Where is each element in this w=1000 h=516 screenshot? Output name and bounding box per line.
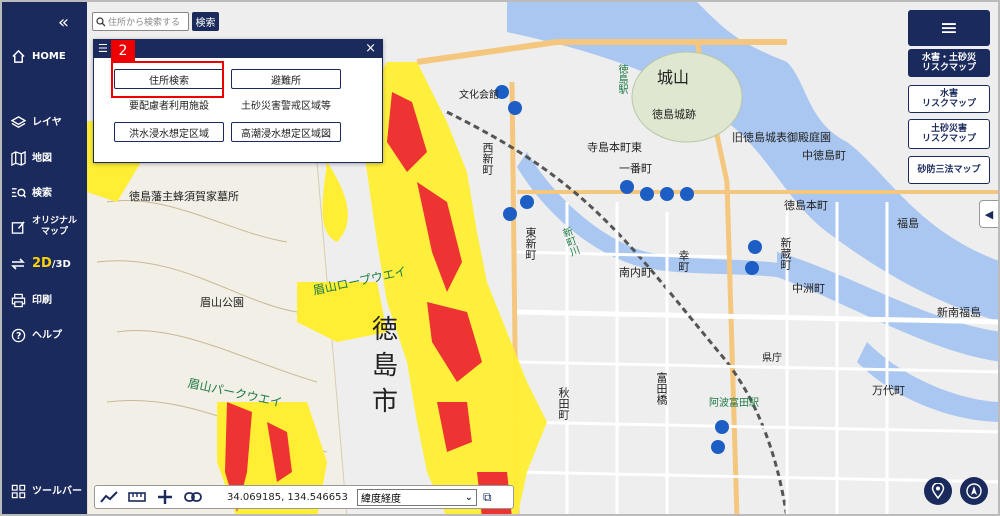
menu-button[interactable]: ≡: [908, 10, 990, 46]
app-frame: 徳 島 市 城山 徳島駅 徳島城跡 旧徳島城表御殿庭園 眉山公園 眉山ロープウエ…: [0, 0, 1000, 516]
ichibancho-label: 一番町: [619, 162, 652, 175]
awa-tomida-label: 阿波富田駅: [709, 398, 759, 409]
collapse-sidebar-button[interactable]: «: [58, 12, 69, 33]
search-placeholder: 住所から検索する: [108, 18, 181, 28]
nav-2d3d-label: 2D/3D: [32, 256, 71, 271]
minaminai-label: 南内町: [619, 266, 652, 279]
chevron-down-icon: ⌄: [464, 491, 473, 503]
svg-text:?: ?: [15, 330, 20, 341]
shinminami-label: 新南福島: [937, 306, 981, 319]
tomb-label: 徳島藩主蜂須賀家墓所: [129, 190, 239, 203]
print-icon: [10, 292, 26, 308]
ruler-icon[interactable]: [123, 486, 151, 508]
popup-header: ☰ ×: [94, 40, 382, 58]
city-name-label: 徳 島 市: [372, 315, 399, 417]
map-icon: [10, 150, 26, 166]
nav-home[interactable]: HOME: [10, 48, 66, 64]
erosion-control-map-button[interactable]: 砂防三法マップ: [908, 156, 990, 184]
search-list-icon: [10, 185, 26, 201]
nav-print[interactable]: 印刷: [10, 292, 52, 308]
nav-search-label: 検索: [32, 187, 52, 199]
grid-icon: [10, 483, 26, 499]
higashishinmachi-label: 東新町: [524, 227, 537, 260]
sidebar: « HOME レイヤ 地図 検索 オリジナル マップ 2D/3D 印刷 ? ヘル…: [2, 2, 87, 514]
label-2d: 2D: [32, 256, 52, 271]
compass-icon: [966, 483, 982, 499]
nishishinmachi-label: 西新町: [481, 142, 494, 175]
copy-icon[interactable]: ⧉: [483, 490, 492, 505]
landslide-risk-map-button[interactable]: 土砂災害 リスクマップ: [908, 119, 990, 149]
nav-print-label: 印刷: [32, 294, 52, 306]
shinkura-label: 新蔵町: [779, 237, 792, 270]
location-pin-icon: [931, 483, 945, 499]
label-3d: /3D: [51, 259, 71, 270]
castle-ruins-label: 徳島城跡: [652, 108, 696, 121]
nav-home-label: HOME: [32, 50, 66, 62]
coordinate-format-value: 緯度経度: [361, 493, 401, 505]
swap-icon: [10, 256, 26, 272]
search-list-icon: ☰: [98, 42, 108, 55]
search-button[interactable]: 検索: [192, 12, 219, 31]
nav-original-map-label: オリジナル マップ: [32, 216, 78, 237]
link-icon[interactable]: [179, 486, 207, 508]
terashima-label: 寺島本町東: [587, 141, 642, 154]
edit-icon: [10, 219, 26, 235]
location-pin-button[interactable]: [924, 477, 952, 505]
nav-layers[interactable]: レイヤ: [10, 114, 62, 130]
coordinate-format-select[interactable]: 緯度経度 ⌄: [357, 488, 477, 506]
coordinate-readout: 34.069185, 134.546653: [227, 491, 348, 503]
tomidabashi-label: 富田橋: [655, 372, 668, 405]
legend-toggle-button[interactable]: ◀: [979, 200, 998, 228]
storm-surge-zone-button[interactable]: 高潮浸水想定区域図: [231, 122, 341, 142]
flood-zone-button[interactable]: 洪水浸水想定区域: [114, 122, 224, 142]
kencho-label: 県庁: [762, 353, 782, 364]
close-icon[interactable]: ×: [365, 41, 376, 56]
step-highlight-box: [111, 61, 224, 98]
nav-map[interactable]: 地図: [10, 150, 52, 166]
crosshair-icon[interactable]: [151, 486, 179, 508]
nav-help[interactable]: ? ヘルプ: [10, 327, 62, 343]
honmachi-label: 徳島本町: [784, 199, 828, 212]
park-label: 眉山公園: [200, 296, 244, 309]
nav-help-label: ヘルプ: [32, 329, 62, 341]
bunka-label: 文化会館: [459, 90, 499, 101]
station-label: 徳島駅: [616, 64, 627, 94]
nav-original-map[interactable]: オリジナル マップ: [10, 216, 77, 238]
nav-toolbar[interactable]: ツールバー: [10, 483, 82, 499]
flood-landslide-risk-map-button[interactable]: 水害・土砂災 リスクマップ: [908, 49, 990, 77]
layers-icon: [10, 114, 26, 130]
nakasu-label: 中洲町: [792, 282, 825, 295]
castle-label: 城山: [657, 68, 690, 87]
address-search-input[interactable]: 住所から検索する: [92, 12, 189, 31]
landslide-zone-button[interactable]: 土砂災害警戒区域等: [231, 94, 341, 114]
measure-line-icon[interactable]: [95, 486, 123, 508]
home-icon: [10, 48, 26, 64]
step-number-badge: 2: [111, 40, 135, 61]
fukushima-label: 福島: [897, 217, 919, 230]
mandai-label: 万代町: [872, 384, 905, 397]
help-icon: ?: [10, 327, 26, 343]
shelter-button[interactable]: 避難所: [231, 69, 341, 89]
nav-toolbar-label: ツールバー: [32, 485, 82, 497]
nav-layers-label: レイヤ: [32, 116, 62, 128]
saiwai-label: 幸町: [677, 250, 690, 272]
nakatokushima-label: 中徳島町: [802, 149, 846, 162]
akitamachi-label: 秋田町: [557, 387, 570, 420]
search-icon: [96, 16, 106, 26]
nav-search[interactable]: 検索: [10, 185, 52, 201]
search-menu-popup: ☰ × 住所検索 避難所 要配慮者利用施設 土砂災害警戒区域等 洪水浸水想定区域…: [93, 39, 383, 163]
flood-risk-map-button[interactable]: 水害 リスクマップ: [908, 85, 990, 113]
compass-button[interactable]: [960, 477, 988, 505]
garden-label: 旧徳島城表御殿庭園: [732, 131, 831, 144]
nav-map-label: 地図: [32, 152, 52, 164]
nav-2d3d-toggle[interactable]: 2D/3D: [10, 256, 71, 272]
bottom-toolbar: 34.069185, 134.546653 緯度経度 ⌄ ⧉: [94, 485, 514, 509]
